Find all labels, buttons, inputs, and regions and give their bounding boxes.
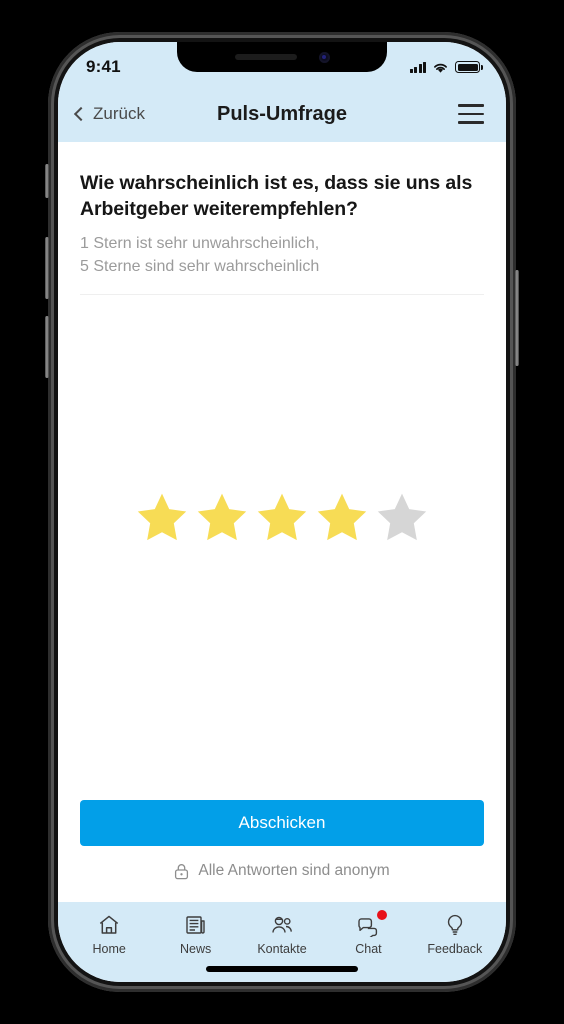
nav-header: Zurück Puls-Umfrage [58,86,506,142]
question-block: Wie wahrscheinlich ist es, dass sie uns … [80,142,484,295]
tab-label: Feedback [427,942,483,956]
star-empty-icon[interactable] [374,490,430,544]
device-notch [177,42,387,72]
signal-bars-icon [409,61,426,73]
volume-down-button[interactable] [45,316,49,378]
battery-full-icon [455,61,483,73]
survey-question: Wie wahrscheinlich ist es, dass sie uns … [80,172,473,221]
chat-icon [356,910,387,937]
rating-area [80,295,484,800]
survey-content: Wie wahrscheinlich ist es, dass sie uns … [58,142,506,902]
lightbulb-icon [444,913,466,937]
survey-hint-line-1: 1 Stern ist sehr unwahrscheinlich, [80,235,320,253]
back-button-label: Zurück [93,104,145,123]
anonymous-note: Alle Antworten sind anonym [80,862,484,880]
tab-label: News [179,942,212,956]
volume-up-button[interactable] [45,237,49,299]
notification-badge [376,910,387,920]
star-filled-icon[interactable] [254,490,310,544]
home-icon [97,913,121,937]
front-camera-icon [318,51,330,63]
chevron-left-icon [73,106,89,122]
tab-label: Chat [355,942,382,956]
tab-label: Home [92,942,126,956]
star-rating[interactable] [134,490,430,544]
tab-item-kontakte[interactable]: Kontakte [239,913,325,956]
news-icon [184,913,208,937]
wifi-icon [434,63,447,73]
contacts-icon [269,913,295,937]
tab-item-home[interactable]: Home [66,913,152,956]
power-button[interactable] [515,270,519,366]
status-time: 9:41 [86,57,121,76]
survey-hint: 1 Stern ist sehr unwahrscheinlich, 5 Ste… [80,233,484,278]
home-indicator[interactable] [206,966,358,972]
tab-item-chat[interactable]: Chat [325,910,411,956]
tab-label: Kontakte [257,942,307,956]
earpiece-speaker-icon [234,54,297,60]
star-filled-icon[interactable] [194,490,250,544]
survey-hint-line-2: 5 Sterne sind sehr wahrscheinlich [80,257,320,275]
lock-icon [175,863,189,879]
tab-item-feedback[interactable]: Feedback [412,913,498,956]
bottom-tab-bar: Home News Kontakte Chat Feedback [58,902,506,956]
back-button[interactable]: Zurück [73,104,145,124]
submit-button[interactable]: Abschicken [80,800,484,846]
hamburger-menu-icon[interactable] [458,104,484,124]
star-filled-icon[interactable] [134,490,190,544]
phone-screen: 9:41 Zurück Puls-Umfrage Wie wahrscheinl… [58,42,506,982]
phone-frame: 9:41 Zurück Puls-Umfrage Wie wahrscheinl… [45,32,519,992]
tab-item-news[interactable]: News [152,913,238,956]
silent-switch-button[interactable] [45,164,49,198]
screenshot-stage: 9:41 Zurück Puls-Umfrage Wie wahrscheinl… [0,0,564,1024]
anonymous-note-label: Alle Antworten sind anonym [198,862,390,879]
survey-footer: Abschicken Alle Antworten sind anonym [80,800,484,902]
star-filled-icon[interactable] [314,490,370,544]
status-icons [409,55,483,74]
home-indicator-area [58,956,506,982]
